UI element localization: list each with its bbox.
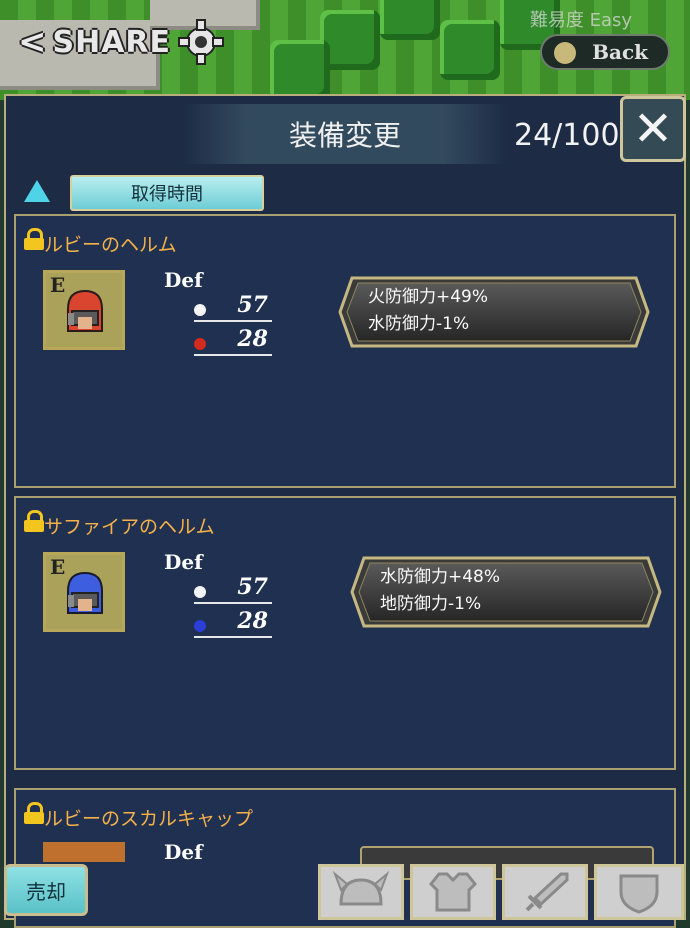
red-orb-icon [194, 338, 206, 350]
share-label: SHARE [52, 24, 172, 60]
blue-orb-icon [194, 620, 206, 632]
effect-line: 水防御力+48% [380, 567, 501, 587]
close-icon: ✕ [632, 101, 674, 157]
effect-line: 火防御力+49% [368, 287, 489, 307]
stat-label: Def [164, 840, 203, 864]
stat-white-row: 57 [194, 292, 272, 322]
tab-armor[interactable] [410, 864, 496, 920]
white-orb-icon [194, 586, 206, 598]
item-name: サファイアのヘルム [44, 516, 215, 538]
item-icon: E [43, 270, 125, 350]
shield-icon [619, 874, 659, 914]
equipment-item[interactable]: ルビーのヘルム E Def 57 28 火防御力+49% 水防御力-1% [14, 214, 676, 488]
stat-colored-value: 28 [237, 608, 268, 634]
item-icon [43, 842, 125, 862]
item-name: ルビーのスカルキャップ [44, 808, 254, 830]
sort-order-icon[interactable] [24, 180, 50, 202]
back-icon [554, 42, 576, 64]
share-button[interactable]: < SHARE [18, 18, 225, 66]
stat-label: Def [164, 268, 203, 292]
stat-white-value: 57 [237, 574, 268, 600]
sort-button[interactable]: 取得時間 [70, 175, 264, 211]
white-orb-icon [194, 304, 206, 316]
effect-box: 水防御力+48% 地防御力-1% [350, 556, 662, 628]
effect-line: 地防御力-1% [380, 594, 482, 614]
stat-colored-row: 28 [194, 608, 272, 638]
stat-white-value: 57 [237, 292, 268, 318]
stat-colored-value: 28 [237, 326, 268, 352]
back-label: Back [592, 40, 648, 64]
sword-icon [525, 872, 569, 912]
panel-title: 装備変更 [182, 104, 508, 164]
equipment-item[interactable]: サファイアのヘルム E Def 57 28 水防御力+48% 地防御力-1% [14, 496, 676, 770]
unlock-icon[interactable] [24, 510, 44, 532]
effect-box: 火防御力+49% 水防御力-1% [338, 276, 650, 348]
share-icon: < [18, 22, 47, 62]
close-button[interactable]: ✕ [620, 96, 686, 162]
unlock-icon[interactable] [24, 228, 44, 250]
helmet-icon [67, 571, 103, 614]
stat-colored-row: 28 [194, 326, 272, 356]
helmet-icon [67, 289, 103, 332]
sell-button[interactable]: 売却 [4, 864, 88, 916]
helmet-icon [333, 871, 389, 906]
stat-label: Def [164, 550, 203, 574]
armor-icon [428, 872, 478, 912]
item-count: 24/100 [514, 118, 620, 153]
unlock-icon[interactable] [24, 802, 44, 824]
tab-shield[interactable] [594, 864, 684, 920]
item-name: ルビーのヘルム [44, 234, 177, 256]
item-icon: E [43, 552, 125, 632]
stat-white-row: 57 [194, 574, 272, 604]
tab-weapon[interactable] [502, 864, 588, 920]
difficulty-label: 難易度 Easy [529, 10, 632, 31]
tab-helmet[interactable] [318, 864, 404, 920]
gear-icon[interactable] [177, 18, 225, 66]
back-button[interactable]: Back [540, 34, 670, 70]
effect-line: 水防御力-1% [368, 314, 470, 334]
